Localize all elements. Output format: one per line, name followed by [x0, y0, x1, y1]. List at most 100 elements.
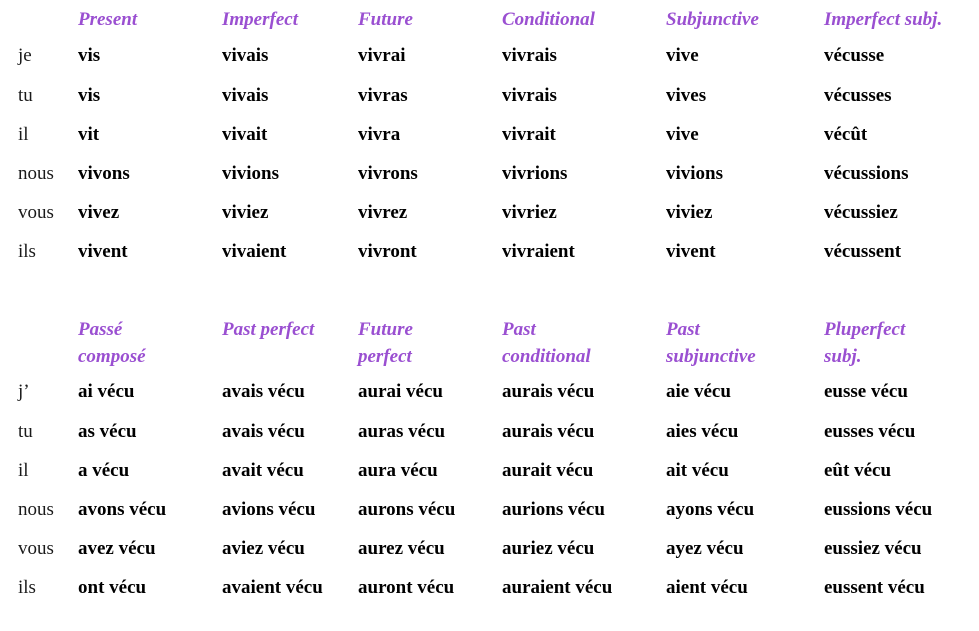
conjugation-cell: aura vécu	[358, 459, 438, 481]
conjugation-cell: eussiez vécu	[824, 537, 922, 559]
conjugation-page: Present Imperfect Future Conditional Sub…	[0, 0, 979, 631]
compound-tenses-table: Passé composé Past perfect Future perfec…	[0, 316, 979, 607]
conjugation-cell: vive	[666, 123, 699, 145]
conjugation-cell: vivent	[78, 240, 128, 262]
conjugation-cell: vivrais	[502, 84, 557, 106]
simple-tenses-body: je vis vivais vivrai vivrais vive vécuss…	[0, 35, 979, 271]
conjugation-cell: avions vécu	[222, 498, 316, 520]
conjugation-cell: avez vécu	[78, 537, 156, 559]
conjugation-cell: aurait vécu	[502, 459, 594, 481]
table-row: il vit vivait vivra vivrait vive vécût	[0, 115, 979, 154]
simple-tenses-header-row: Present Imperfect Future Conditional Sub…	[0, 6, 979, 35]
conjugation-cell: avais vécu	[222, 381, 305, 402]
conjugation-cell: vives	[666, 84, 707, 106]
conjugation-cell: ayez vécu	[666, 537, 744, 559]
tense-header-present: Present	[78, 9, 138, 30]
conjugation-cell: aurai vécu	[358, 381, 443, 402]
pronoun-cell: tu	[18, 84, 33, 106]
pronoun-column-header	[0, 316, 60, 372]
conjugation-cell: vécussiez	[824, 201, 898, 223]
conjugation-cell: vivrons	[358, 162, 418, 184]
conjugation-cell: vivons	[78, 162, 130, 184]
table-row: vous vivez viviez vivrez vivriez viviez …	[0, 193, 979, 232]
pronoun-cell: vous	[18, 201, 54, 223]
conjugation-cell: vive	[666, 44, 699, 66]
pronoun-column-header	[0, 6, 60, 35]
conjugation-cell: aurais vécu	[502, 420, 595, 442]
tense-header-imperfect-subjunctive: Imperfect subj.	[824, 9, 943, 30]
conjugation-cell: auront vécu	[358, 576, 455, 598]
conjugation-cell: avons vécu	[78, 498, 167, 520]
conjugation-cell: eusses vécu	[824, 420, 916, 442]
conjugation-cell: vivent	[666, 240, 716, 262]
conjugation-cell: as vécu	[78, 420, 137, 442]
pronoun-cell: ils	[18, 240, 36, 262]
tense-header-future: Future	[358, 9, 413, 30]
conjugation-cell: aies vécu	[666, 420, 739, 442]
conjugation-cell: aviez vécu	[222, 537, 305, 559]
tense-header-passe-compose: Passé composé	[78, 319, 146, 367]
table-row: ils vivent vivaient vivront vivraient vi…	[0, 232, 979, 271]
conjugation-cell: vis	[78, 44, 101, 66]
pronoun-cell: vous	[18, 537, 54, 559]
tense-header-subjunctive: Subjunctive	[666, 9, 759, 30]
conjugation-cell: auriez vécu	[502, 537, 595, 559]
conjugation-cell: vivrez	[358, 201, 408, 223]
conjugation-cell: vit	[78, 123, 100, 145]
conjugation-cell: avait vécu	[222, 459, 304, 481]
conjugation-cell: vécussent	[824, 240, 902, 262]
table-row: j’ ai vécu avais vécu aurai vécu aurais …	[0, 372, 979, 412]
conjugation-cell: vivront	[358, 240, 417, 262]
conjugation-cell: ai vécu	[78, 381, 135, 402]
conjugation-cell: vivait	[222, 123, 268, 145]
conjugation-cell: aient vécu	[666, 576, 748, 598]
conjugation-cell: aurais vécu	[502, 381, 595, 402]
compound-tenses-header-row: Passé composé Past perfect Future perfec…	[0, 316, 979, 372]
table-row: tu vis vivais vivras vivrais vives vécus…	[0, 76, 979, 115]
conjugation-cell: eussions vécu	[824, 498, 933, 520]
conjugation-cell: aie vécu	[666, 381, 731, 402]
tense-header-past-perfect: Past perfect	[222, 319, 315, 340]
conjugation-cell: vivras	[358, 84, 408, 106]
conjugation-cell: avais vécu	[222, 420, 305, 442]
conjugation-cell: viviez	[222, 201, 269, 223]
conjugation-cell: vécût	[824, 123, 868, 145]
table-row: il a vécu avait vécu aura vécu aurait vé…	[0, 451, 979, 490]
tense-header-past-subjunctive: Past subjunctive	[666, 319, 756, 367]
conjugation-cell: aurons vécu	[358, 498, 456, 520]
conjugation-cell: vivez	[78, 201, 120, 223]
conjugation-cell: aurez vécu	[358, 537, 445, 559]
conjugation-cell: vivrait	[502, 123, 556, 145]
conjugation-cell: vivions	[222, 162, 280, 184]
pronoun-cell: il	[18, 123, 29, 145]
pronoun-cell: nous	[18, 498, 54, 520]
conjugation-cell: vivrai	[358, 44, 406, 66]
tense-header-past-conditional: Past conditional	[502, 319, 591, 367]
pronoun-cell: je	[18, 44, 32, 66]
conjugation-cell: eût vécu	[824, 459, 892, 481]
conjugation-cell: a vécu	[78, 459, 130, 481]
tense-header-conditional: Conditional	[502, 9, 595, 30]
conjugation-cell: vis	[78, 84, 101, 106]
conjugation-cell: vécusse	[824, 44, 885, 66]
conjugation-cell: vivions	[666, 162, 724, 184]
tense-header-imperfect: Imperfect	[222, 9, 298, 30]
table-row: vous avez vécu aviez vécu aurez vécu aur…	[0, 529, 979, 568]
conjugation-cell: vivraient	[502, 240, 575, 262]
conjugation-cell: ayons vécu	[666, 498, 755, 520]
conjugation-cell: ont vécu	[78, 576, 147, 598]
table-row: ils ont vécu avaient vécu auront vécu au…	[0, 568, 979, 607]
tense-header-future-perfect: Future perfect	[358, 319, 413, 367]
conjugation-cell: vécussions	[824, 162, 909, 184]
conjugation-cell: vivra	[358, 123, 401, 145]
conjugation-cell: vivais	[222, 44, 269, 66]
table-row: nous avons vécu avions vécu aurons vécu …	[0, 490, 979, 529]
conjugation-cell: avaient vécu	[222, 576, 323, 598]
conjugation-cell: vivaient	[222, 240, 287, 262]
conjugation-cell: vivais	[222, 84, 269, 106]
pronoun-cell: il	[18, 459, 29, 481]
conjugation-cell: auraient vécu	[502, 576, 613, 598]
conjugation-cell: auras vécu	[358, 420, 446, 442]
conjugation-cell: vivrais	[502, 44, 557, 66]
compound-tenses-body: j’ ai vécu avais vécu aurai vécu aurais …	[0, 372, 979, 607]
